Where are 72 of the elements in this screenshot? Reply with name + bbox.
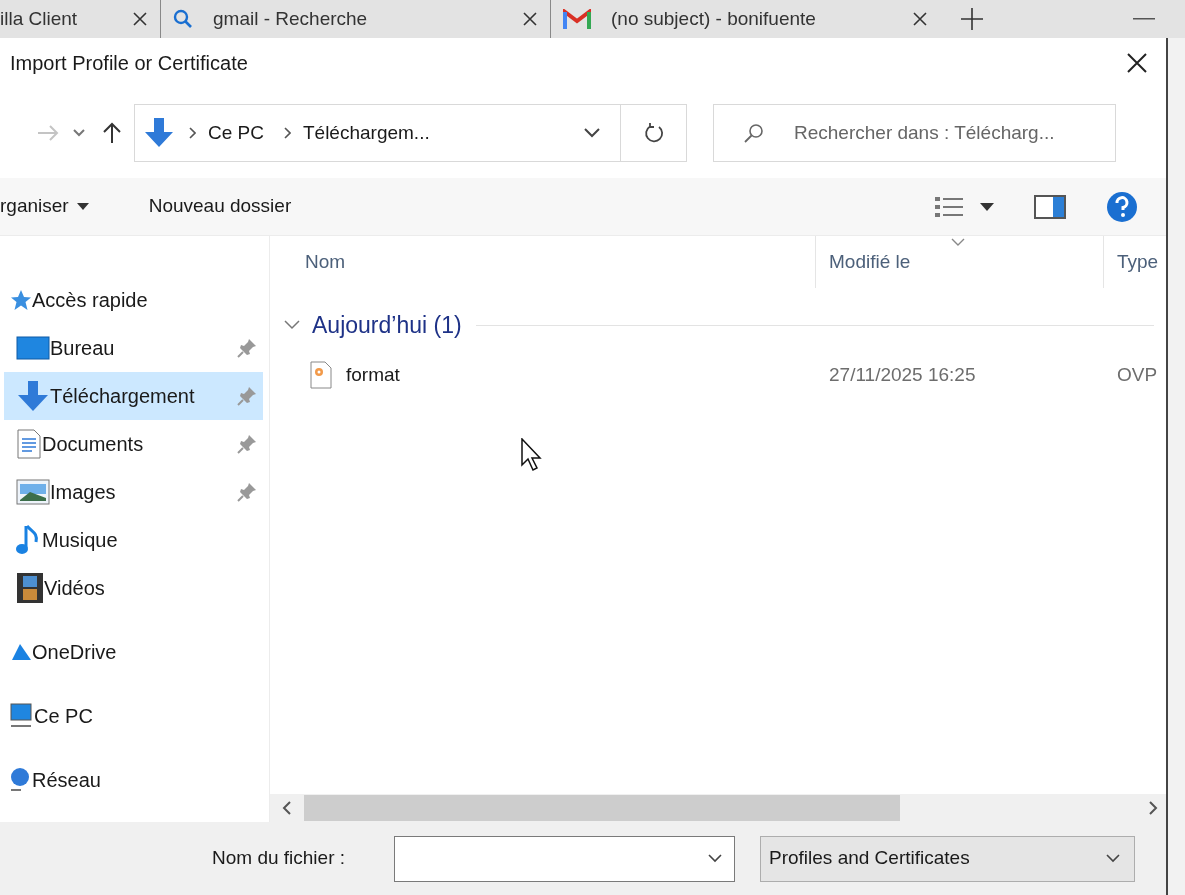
- mail-icon: [563, 9, 591, 29]
- organize-button[interactable]: rganiser: [0, 178, 99, 235]
- caret-icon: [73, 129, 85, 137]
- view-options-icon[interactable]: [934, 194, 966, 219]
- sidebar-item[interactable]: OneDrive: [0, 628, 269, 676]
- table-cell-text: OVP: [1116, 362, 1159, 387]
- chevron-right-icon: [283, 127, 291, 139]
- dropdown-caret-icon[interactable]: [584, 128, 600, 138]
- file-name-field[interactable]: [394, 835, 735, 882]
- preview-pane-icon[interactable]: [1034, 194, 1066, 219]
- close-icon: [1126, 52, 1148, 74]
- address-bar[interactable]: Ce PC Téléchargem...: [134, 104, 687, 162]
- search-field[interactable]: Rechercher dans : Télécharg...: [713, 104, 1116, 162]
- close-icon[interactable]: [132, 11, 148, 27]
- window-title: Import Profile or Certificate: [10, 51, 248, 76]
- column-header[interactable]: Modifié le: [815, 236, 1103, 288]
- sidebar-item[interactable]: Images: [4, 468, 263, 516]
- search-placeholder: Rechercher dans : Télécharg...: [794, 120, 1055, 145]
- scroll-right-icon[interactable]: [1148, 801, 1158, 815]
- scrollbar-thumb[interactable]: [304, 795, 900, 821]
- dropdown-caret-icon: [1106, 854, 1120, 863]
- sidebar-item[interactable]: Accès rapide: [0, 276, 269, 324]
- globe-icon: [10, 767, 32, 793]
- browser-tab[interactable]: illa Client: [0, 0, 160, 38]
- table-cell-text: 27/11/2025 16:25: [828, 362, 977, 387]
- caret-icon: [76, 203, 89, 210]
- film-icon: [16, 572, 44, 604]
- document-icon: [16, 429, 42, 459]
- breadcrumb-item[interactable]: Téléchargem...: [296, 118, 436, 148]
- file-type-dropdown[interactable]: Profiles and Certificates: [760, 835, 1135, 882]
- file-name[interactable]: format: [346, 360, 400, 390]
- column-header[interactable]: Type: [1103, 236, 1166, 288]
- desktop-icon: [16, 336, 50, 360]
- group-header[interactable]: Aujourd’hui (1): [312, 307, 462, 343]
- sidebar-item[interactable]: Documents: [4, 420, 263, 468]
- sidebar-item[interactable]: Réseau: [0, 756, 269, 804]
- pin-icon: [237, 338, 257, 358]
- new-folder-button[interactable]: Nouveau dossier: [148, 178, 292, 235]
- download-arrow-icon: [16, 380, 50, 412]
- image-icon: [16, 479, 50, 505]
- close-icon[interactable]: [912, 11, 928, 27]
- pin-icon: [237, 482, 257, 502]
- file-name-label: Nom du fichier :: [212, 846, 347, 871]
- breadcrumb-item[interactable]: Ce PC: [202, 118, 270, 148]
- column-header[interactable]: Nom: [270, 236, 815, 288]
- sidebar-item[interactable]: Vidéos: [4, 564, 263, 612]
- up-arrow-icon: [103, 122, 121, 144]
- horizontal-scrollbar[interactable]: [270, 794, 1166, 822]
- search-icon: [744, 123, 764, 143]
- file-icon: [310, 361, 332, 389]
- sidebar-item[interactable]: Ce PC: [0, 692, 269, 740]
- new-tab-icon[interactable]: [960, 7, 984, 31]
- sidebar-item[interactable]: Musique: [4, 516, 263, 564]
- monitor-icon: [10, 703, 34, 729]
- star-icon: [10, 289, 32, 311]
- sidebar-item[interactable]: Téléchargement: [4, 372, 263, 420]
- chevron-down-icon[interactable]: [284, 320, 300, 330]
- caret-icon[interactable]: [980, 202, 994, 211]
- download-arrow-icon: [143, 118, 175, 148]
- minimize-icon[interactable]: [1133, 18, 1155, 20]
- close-icon[interactable]: [522, 11, 538, 27]
- scroll-left-icon[interactable]: [282, 801, 292, 815]
- dropdown-caret-icon[interactable]: [708, 854, 722, 863]
- search-icon: [173, 9, 193, 29]
- sort-caret-icon: [951, 238, 965, 246]
- pin-icon: [237, 434, 257, 454]
- refresh-icon[interactable]: [643, 122, 664, 144]
- help-icon[interactable]: [1106, 190, 1138, 223]
- back-arrow-icon: [37, 125, 59, 141]
- sidebar-item[interactable]: Bureau: [4, 324, 263, 372]
- chevron-right-icon: [189, 127, 196, 139]
- pin-icon: [237, 386, 257, 406]
